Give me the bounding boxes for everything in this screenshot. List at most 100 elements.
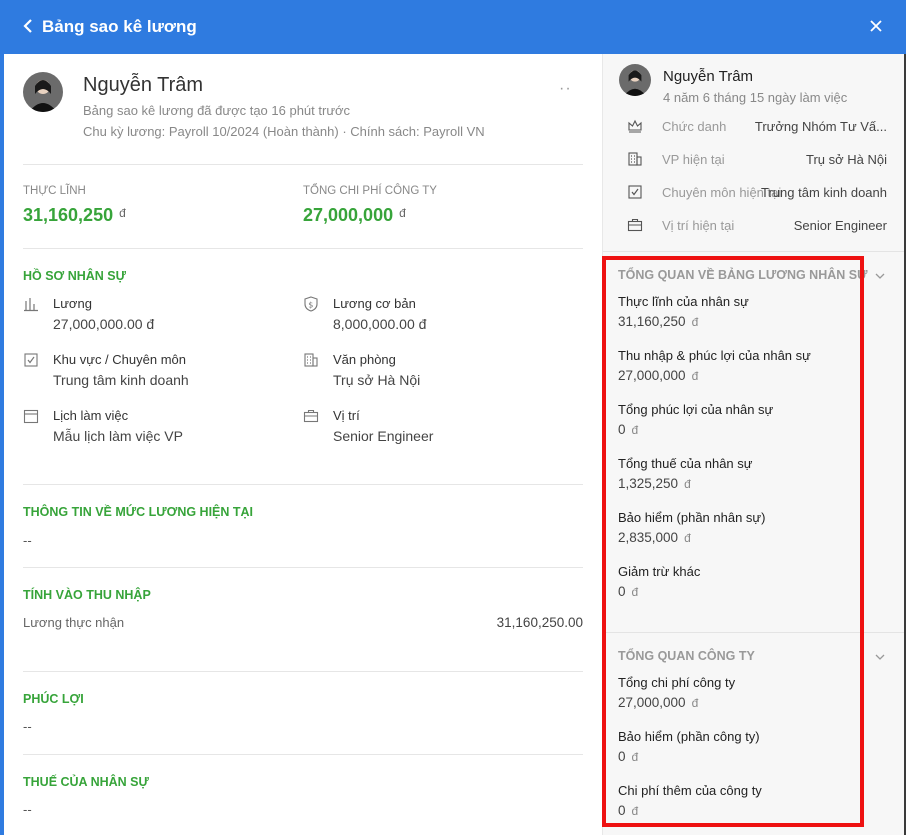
field-label: Lương cơ bản <box>333 296 416 311</box>
field-label: Lương <box>53 296 92 311</box>
employee-overview-title: TỔNG QUAN VỀ BẢNG LƯƠNG NHÂN SỰ <box>618 268 868 282</box>
net-salary-value: 31,160,250.00 <box>496 615 583 630</box>
company-item-label: Tổng chi phí công ty <box>618 675 736 690</box>
tax-title: THUẾ CỦA NHÂN SỰ <box>23 775 149 789</box>
divider <box>23 484 583 485</box>
field-label: Lịch làm việc <box>53 408 129 423</box>
divider <box>23 248 583 249</box>
field-value: Trung tâm kinh doanh <box>53 372 189 388</box>
amount: 0 <box>618 422 626 437</box>
currency: đ <box>684 531 691 545</box>
side-panel: Nguyễn Trâm 4 năm 6 tháng 15 ngày làm vi… <box>602 54 904 835</box>
field-value: Senior Engineer <box>333 428 434 444</box>
info-value: Senior Engineer <box>793 218 887 233</box>
briefcase-icon <box>303 408 319 424</box>
page-title: Bảng sao kê lương <box>42 17 197 36</box>
divider <box>23 754 583 755</box>
field-label: Văn phòng <box>333 352 396 367</box>
income-title: TÍNH VÀO THU NHẬP <box>23 588 151 602</box>
close-icon[interactable] <box>866 16 886 36</box>
avatar <box>23 72 63 112</box>
company-cost-label: TỔNG CHI PHÍ CÔNG TY <box>303 185 437 197</box>
avatar-small <box>619 64 651 96</box>
net-pay-value: 31,160,250 đ <box>23 205 126 226</box>
currency: đ <box>691 696 699 710</box>
chevron-down-icon[interactable] <box>873 650 887 664</box>
net-pay-currency: đ <box>119 206 126 220</box>
building-icon <box>303 352 319 368</box>
currency: đ <box>631 750 639 764</box>
current-salary-title: THÔNG TIN VỀ MỨC LƯƠNG HIỆN TẠI <box>23 505 254 519</box>
field-value: 8,000,000.00 đ <box>333 316 427 332</box>
current-salary-value: -- <box>23 533 32 548</box>
company-item-value: 0đ <box>618 749 638 764</box>
currency: đ <box>684 477 691 491</box>
checkbox-icon <box>627 184 643 200</box>
divider <box>23 164 583 165</box>
back-arrow-icon[interactable] <box>18 15 40 37</box>
divider <box>23 671 583 672</box>
crown-icon <box>627 118 643 134</box>
tax-value: -- <box>23 802 32 817</box>
net-salary-label: Lương thực nhận <box>23 615 125 630</box>
company-item-label: Bảo hiểm (phần công ty) <box>618 729 760 744</box>
more-options-icon[interactable]: ·· <box>559 80 572 98</box>
company-overview-title: TỔNG QUAN CÔNG TY <box>618 649 755 663</box>
overview-item-value: 31,160,250 đ <box>618 314 698 329</box>
amount: 0 <box>618 803 626 818</box>
info-label: VP hiện tại <box>662 152 725 167</box>
benefits-value: -- <box>23 719 32 734</box>
amount: 27,000,000 <box>618 368 686 383</box>
field-label: Vị trí <box>333 408 360 423</box>
calendar-icon <box>23 408 39 424</box>
field-label: Khu vực / Chuyên môn <box>53 352 186 367</box>
company-cost-currency: đ <box>399 206 406 220</box>
field-value: 27,000,000.00 đ <box>53 316 155 332</box>
info-value: Trưởng Nhóm Tư Vấ... <box>754 119 887 134</box>
company-item-label: Chi phí thêm của công ty <box>618 783 762 798</box>
overview-item-value: 2,835,000 đ <box>618 530 691 545</box>
amount: 0 <box>618 584 626 599</box>
amount: 1,325,250 <box>618 476 679 491</box>
building-icon <box>627 151 643 167</box>
company-cost-value: 27,000,000 đ <box>303 205 406 226</box>
info-value: Trụ sở Hà Nội <box>805 152 887 167</box>
currency: đ <box>631 804 639 818</box>
net-pay-label: THỰC LĨNH <box>23 185 86 197</box>
divider <box>603 251 904 252</box>
side-employee-name: Nguyễn Trâm <box>663 68 754 85</box>
overview-item-label: Thực lĩnh của nhân sự <box>618 294 749 309</box>
created-info: Bảng sao kê lương đã được tạo 16 phút tr… <box>83 103 351 118</box>
currency: đ <box>691 315 699 329</box>
amount: 31,160,250 <box>618 314 686 329</box>
company-item-value: 27,000,000 đ <box>618 695 698 710</box>
header-bar: Bảng sao kê lương <box>0 0 906 54</box>
net-pay-amount: 31,160,250 <box>23 205 114 225</box>
info-label: Vị trí hiện tại <box>662 218 735 233</box>
briefcase-icon <box>627 217 643 233</box>
tenure: 4 năm 6 tháng 15 ngày làm việc <box>663 90 848 105</box>
overview-item-label: Tổng thuế của nhân sự <box>618 456 753 471</box>
field-value: Trụ sở Hà Nội <box>333 372 421 388</box>
amount: 27,000,000 <box>618 695 686 710</box>
overview-item-value: 27,000,000 đ <box>618 368 698 383</box>
company-cost-amount: 27,000,000 <box>303 205 394 225</box>
salary-chart-icon <box>23 296 39 312</box>
info-value: Trung tâm kinh doanh <box>761 185 887 200</box>
employee-name: Nguyễn Trâm <box>83 74 204 96</box>
currency: đ <box>691 369 699 383</box>
overview-item-label: Giảm trừ khác <box>618 564 701 579</box>
shield-dollar-icon: $ <box>303 296 319 312</box>
currency: đ <box>631 423 639 437</box>
divider <box>603 632 904 633</box>
checkbox-icon <box>23 352 39 368</box>
overview-item-value: 1,325,250 đ <box>618 476 691 491</box>
overview-item-label: Bảo hiểm (phần nhân sự) <box>618 510 766 525</box>
hr-profile-title: HỒ SƠ NHÂN SỰ <box>23 269 126 283</box>
cycle-info: Chu kỳ lương: Payroll 10/2024 (Hoàn thàn… <box>83 124 485 139</box>
overview-item-label: Tổng phúc lợi của nhân sự <box>618 402 774 417</box>
amount: 2,835,000 <box>618 530 679 545</box>
info-label: Chức danh <box>662 119 727 134</box>
overview-item-value: 0đ <box>618 422 638 437</box>
chevron-down-icon[interactable] <box>873 269 887 283</box>
